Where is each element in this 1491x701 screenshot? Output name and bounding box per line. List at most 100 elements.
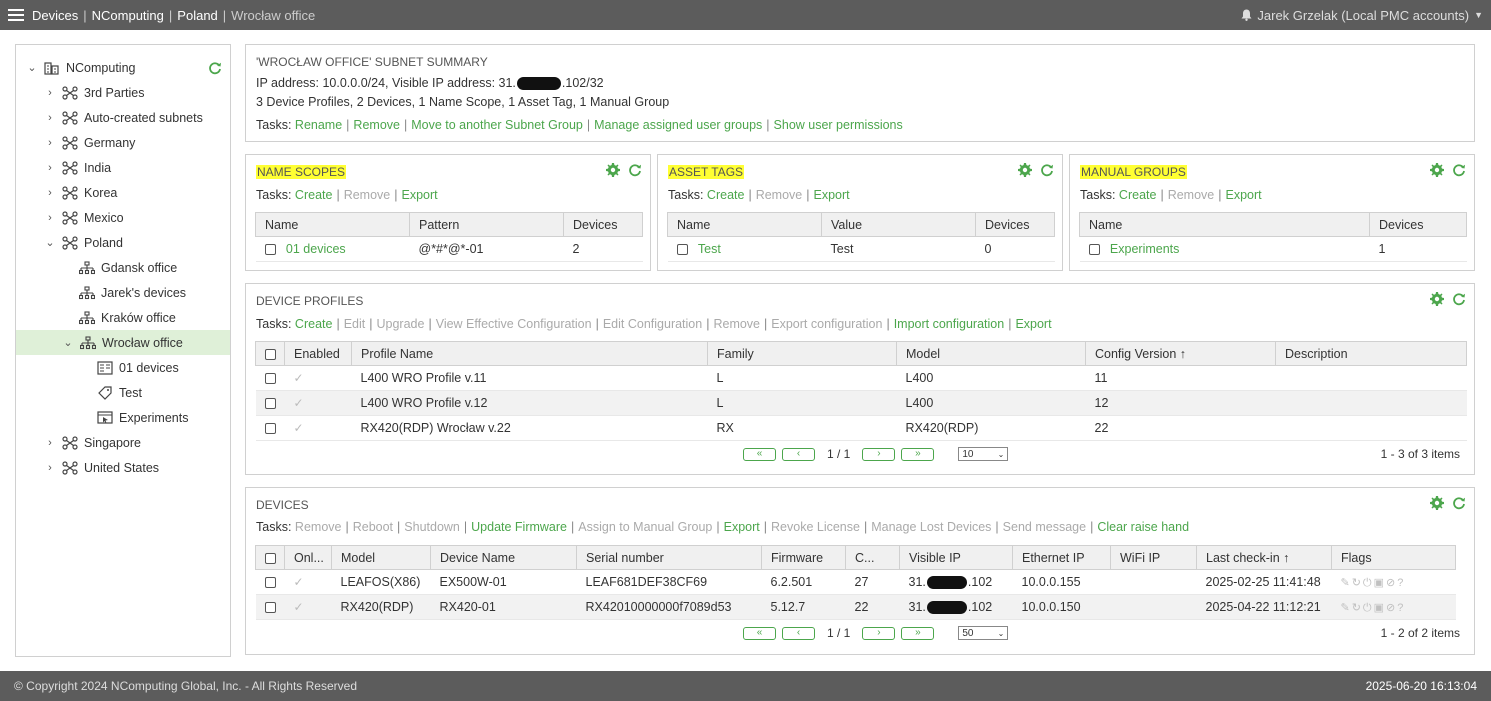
tree-item-01-devices[interactable]: 01 devices: [16, 355, 230, 380]
column-header[interactable]: Config Version ↑: [1085, 341, 1276, 366]
select-all-checkbox[interactable]: [265, 348, 276, 360]
column-header[interactable]: Devices: [563, 212, 643, 237]
import-config-link[interactable]: Import configuration: [894, 317, 1004, 331]
row-checkbox[interactable]: [264, 373, 276, 385]
reboot-link[interactable]: Reboot: [353, 520, 393, 534]
column-header[interactable]: Devices: [1369, 212, 1467, 237]
user-menu[interactable]: Jarek Grzelak (Local PMC accounts) ▼: [1241, 8, 1483, 23]
export-asset-tag-link[interactable]: Export: [814, 188, 850, 202]
tree-item-test[interactable]: Test: [16, 380, 230, 405]
gear-icon[interactable]: [1430, 292, 1444, 306]
row-checkbox[interactable]: [264, 398, 276, 410]
export-profiles-link[interactable]: Export: [1015, 317, 1051, 331]
table-row[interactable]: ✓ RX420(RDP) Wrocław v.22 RX RX420(RDP) …: [255, 415, 1467, 441]
refresh-icon[interactable]: [1040, 163, 1054, 177]
column-header[interactable]: Model: [331, 545, 431, 570]
column-header[interactable]: Name: [255, 212, 410, 237]
tree-item-krakow-office[interactable]: Kraków office: [16, 305, 230, 330]
column-header[interactable]: Devices: [975, 212, 1055, 237]
remove-device-link[interactable]: Remove: [295, 520, 342, 534]
tree-item-united-states[interactable]: › United States: [16, 455, 230, 480]
row-checkbox[interactable]: [1088, 244, 1100, 256]
view-effective-config-link[interactable]: View Effective Configuration: [436, 317, 592, 331]
column-header[interactable]: Enabled: [284, 341, 352, 366]
row-checkbox[interactable]: [264, 602, 276, 614]
chevron-right-icon[interactable]: ›: [44, 437, 56, 449]
table-row[interactable]: ✓ L400 WRO Profile v.12 L L400 12: [255, 390, 1467, 416]
remove-profile-link[interactable]: Remove: [713, 317, 760, 331]
column-header[interactable]: Pattern: [409, 212, 564, 237]
create-manual-group-link[interactable]: Create: [1119, 188, 1157, 202]
menu-icon[interactable]: [8, 9, 24, 21]
tree-item-korea[interactable]: › Korea: [16, 180, 230, 205]
column-header[interactable]: Ethernet IP: [1012, 545, 1111, 570]
tree-item-auto-created-subnets[interactable]: › Auto-created subnets: [16, 105, 230, 130]
tree-item-mexico[interactable]: › Mexico: [16, 205, 230, 230]
column-header[interactable]: C...: [845, 545, 900, 570]
column-header[interactable]: Name: [667, 212, 822, 237]
column-header[interactable]: Model: [896, 341, 1086, 366]
rename-link[interactable]: Rename: [295, 118, 342, 132]
refresh-icon[interactable]: [1452, 163, 1466, 177]
tree-item-poland[interactable]: ⌄ Poland: [16, 230, 230, 255]
prev-page-button[interactable]: ‹: [782, 626, 815, 640]
assign-manual-group-link[interactable]: Assign to Manual Group: [578, 520, 712, 534]
table-row[interactable]: ✓ RX420(RDP) RX420-01 RX42010000000f7089…: [255, 594, 1456, 620]
table-row[interactable]: 01 devices @*#*@*-01 2: [255, 236, 643, 262]
export-devices-link[interactable]: Export: [724, 520, 760, 534]
chevron-right-icon[interactable]: ›: [44, 112, 56, 124]
chevron-right-icon[interactable]: ›: [44, 137, 56, 149]
table-row[interactable]: ✓ L400 WRO Profile v.11 L L400 11: [255, 365, 1467, 391]
tree-item-germany[interactable]: › Germany: [16, 130, 230, 155]
table-row[interactable]: Test Test 0: [667, 236, 1055, 262]
page-size-select[interactable]: 10 ⌄: [958, 447, 1009, 461]
last-page-button[interactable]: »: [901, 447, 935, 461]
row-checkbox[interactable]: [676, 244, 688, 256]
revoke-license-link[interactable]: Revoke License: [771, 520, 860, 534]
tree-item-gdansk-office[interactable]: Gdansk office: [16, 255, 230, 280]
tree-item-wroclaw-office[interactable]: ⌄ Wrocław office: [16, 330, 230, 355]
chevron-right-icon[interactable]: ›: [44, 162, 56, 174]
remove-name-scope-link[interactable]: Remove: [344, 188, 391, 202]
column-header[interactable]: Onl...: [284, 545, 332, 570]
shutdown-link[interactable]: Shutdown: [404, 520, 460, 534]
table-row[interactable]: ✓ LEAFOS(X86) EX500W-01 LEAF681DEF38CF69…: [255, 569, 1456, 595]
tree-item-3rd-parties[interactable]: › 3rd Parties: [16, 80, 230, 105]
chevron-right-icon[interactable]: ›: [44, 212, 56, 224]
table-row[interactable]: Experiments 1: [1079, 236, 1467, 262]
chevron-down-icon[interactable]: ⌄: [26, 61, 38, 74]
remove-asset-tag-link[interactable]: Remove: [756, 188, 803, 202]
name-scope-link[interactable]: 01 devices: [286, 242, 346, 256]
manage-user-groups-link[interactable]: Manage assigned user groups: [594, 118, 762, 132]
column-header[interactable]: Visible IP: [899, 545, 1013, 570]
create-name-scope-link[interactable]: Create: [295, 188, 333, 202]
remove-manual-group-link[interactable]: Remove: [1168, 188, 1215, 202]
column-header[interactable]: Profile Name: [351, 341, 708, 366]
next-page-button[interactable]: ›: [862, 626, 896, 640]
column-header[interactable]: Description: [1275, 341, 1467, 366]
column-header[interactable]: Flags: [1331, 545, 1456, 570]
column-header[interactable]: Last check-in ↑: [1196, 545, 1332, 570]
refresh-icon[interactable]: [1452, 292, 1466, 306]
next-page-button[interactable]: ›: [862, 447, 896, 461]
column-header[interactable]: Value: [821, 212, 976, 237]
refresh-icon[interactable]: [1452, 496, 1466, 510]
breadcrumb-devices[interactable]: Devices: [32, 8, 78, 23]
chevron-right-icon[interactable]: ›: [44, 87, 56, 99]
column-header[interactable]: WiFi IP: [1110, 545, 1197, 570]
remove-link[interactable]: Remove: [353, 118, 400, 132]
gear-icon[interactable]: [1018, 163, 1032, 177]
tree-item-experiments[interactable]: Experiments: [16, 405, 230, 430]
gear-icon[interactable]: [1430, 496, 1444, 510]
select-all-checkbox[interactable]: [265, 552, 276, 564]
breadcrumb-poland[interactable]: Poland: [177, 8, 217, 23]
edit-profile-link[interactable]: Edit: [344, 317, 366, 331]
chevron-right-icon[interactable]: ›: [44, 462, 56, 474]
export-config-link[interactable]: Export configuration: [771, 317, 882, 331]
tree-item-singapore[interactable]: › Singapore: [16, 430, 230, 455]
create-asset-tag-link[interactable]: Create: [707, 188, 745, 202]
chevron-down-icon[interactable]: ⌄: [44, 236, 56, 249]
page-size-select[interactable]: 50 ⌄: [958, 626, 1009, 640]
send-message-link[interactable]: Send message: [1003, 520, 1086, 534]
column-header[interactable]: Name: [1079, 212, 1370, 237]
